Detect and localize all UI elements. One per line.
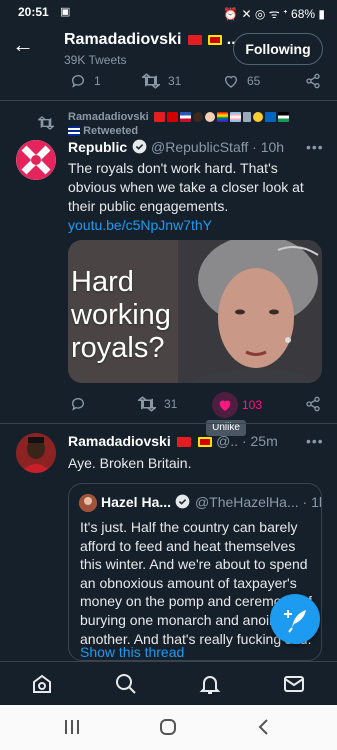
home-button[interactable] [158,717,178,742]
prev-tweet-actions: 1 31 65 [0,71,337,93]
tweet2-name[interactable]: Ramadadiovski [68,433,171,449]
tweet1-name[interactable]: Republic [68,139,127,155]
retweeted-label: Retweeted [83,125,139,137]
back-arrow-icon[interactable]: ← [12,34,34,56]
status-system-icons: ⏰ ✕ ◎ ᯤ ᐩ [223,7,288,21]
tweet1-text: The royals don't work hard. That's obvio… [68,159,324,235]
system-navigation-bar [0,705,337,750]
tweet1-more-icon[interactable]: ••• [306,139,324,155]
recents-button[interactable] [62,717,82,742]
ramadadiovski-avatar[interactable] [16,433,56,473]
north-macedonia-flag-icon [208,34,223,45]
quote-header: Hazel Ha... @TheHazelHa... · 1h [101,494,322,512]
tweet2-text: Aye. Broken Britain. [68,455,192,471]
north-macedonia-flag-icon [197,436,212,447]
status-right: ⏰ ✕ ◎ ᯤ ᐩ 68% ▮ [223,5,325,22]
retweeter-name: Ramadadiovski [68,111,149,123]
tweet1-actions: 31 103 [0,392,337,418]
profile-name: Ramadadiovski [64,31,182,48]
retweet-button[interactable]: 31 [142,73,181,89]
bottom-navigation [0,661,337,705]
retweeted-icon [38,116,54,130]
tweet2-header: Ramadadiovski @.. · 25m [68,433,278,451]
reply-icon [72,398,84,411]
reply-button[interactable]: 1 [70,73,101,89]
republic-avatar[interactable] [16,140,56,180]
tweet1-header: Republic @RepublicStaff · 10h [68,139,284,157]
user-photo-icon [16,433,56,473]
retweeted-by[interactable]: Ramadadiovski Retweeted [68,110,289,138]
tweet1-body: The royals don't work hard. That's obvio… [68,160,304,214]
quote-user-photo-icon [79,494,97,512]
home-tab[interactable] [30,672,54,696]
tweet1-handle: @RepublicStaff · 10h [151,139,285,155]
back-chevron-icon [258,719,268,735]
tweet1-link[interactable]: youtu.be/c5NpJnw7thY [68,217,212,233]
following-button[interactable]: Following [233,33,323,65]
battery-level: 68% [291,7,316,21]
heart-filled-icon [212,392,238,418]
like-count: 65 [247,74,261,88]
verified-badge-icon [176,494,190,509]
tweet-count: 39K Tweets [64,53,127,67]
divider [0,100,337,101]
status-notification-icons: ▣ [60,6,71,18]
search-tab[interactable] [114,672,138,696]
retweet-count: 31 [168,74,182,88]
status-time: 20:51 [18,5,49,19]
like-button[interactable]: 65 [223,73,260,89]
tweet1-like-count: 103 [242,398,263,412]
divider [0,423,337,424]
messages-tab[interactable] [282,672,306,696]
tweet1-media[interactable]: Hard working royals? [68,240,322,383]
home-icon [33,674,51,693]
share-icon [306,73,320,89]
back-button[interactable] [254,717,274,742]
bell-icon [199,676,221,694]
reply-count: 1 [94,74,101,88]
tweet1-retweet-count: 31 [164,397,178,411]
quote-avatar [79,494,97,512]
status-bar: 20:51 ▣ ⏰ ✕ ◎ ᯤ ᐩ 68% ▮ [0,0,337,22]
tweet1-retweet-button[interactable]: 31 [138,396,177,412]
share-icon [306,396,320,412]
tweet1-unlike-button[interactable]: 103 [212,392,262,418]
albania-flag-icon [177,436,192,447]
cuba-flag-icon [68,126,80,137]
feather-plus-icon [284,610,306,633]
tweet1-reply-button[interactable] [70,396,86,412]
notifications-tab[interactable] [198,672,222,696]
compose-tweet-button[interactable] [270,594,320,644]
reply-icon [72,75,84,88]
search-icon [116,674,136,694]
recents-icon [65,720,79,734]
tweet1-share-button[interactable] [305,396,321,412]
media-caption: Hard working royals? [71,266,171,364]
home-circle-icon [160,719,176,735]
albania-flag-icon [187,34,202,45]
show-thread-link[interactable]: Show this thread [80,644,184,660]
verified-badge-icon [132,139,146,154]
header-title: Ramadadiovski ... [64,31,240,49]
retweet-icon [142,73,160,89]
republic-logo-icon [16,140,56,180]
heart-outline-icon [225,75,237,88]
retweet-icon [138,396,156,412]
tweet2-more-icon[interactable]: ••• [306,433,324,449]
battery-icon: ▮ [318,7,325,21]
retweeter-flags-icon [152,111,289,123]
tweet2-handle: @.. · 25m [216,433,278,449]
quote-name: Hazel Ha... [101,494,172,510]
mail-icon [284,676,304,692]
quote-handle: @TheHazelHa... · 1h [194,494,322,510]
profile-header: ← Ramadadiovski ... 39K Tweets Following [0,22,337,72]
share-button[interactable] [305,73,321,89]
